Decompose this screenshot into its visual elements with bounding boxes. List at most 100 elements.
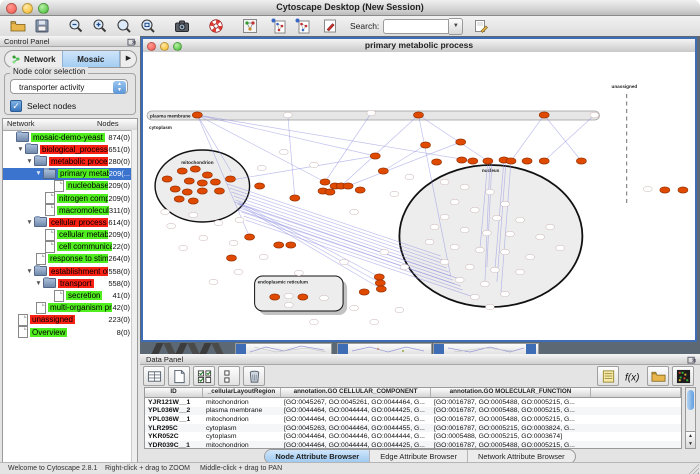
network-manager-icon[interactable] (240, 17, 260, 35)
selected-gene-node[interactable] (225, 176, 235, 182)
gene-node[interactable] (380, 249, 389, 254)
gene-node[interactable] (501, 201, 510, 206)
tree-row[interactable]: nucleobase-209(0) (3, 180, 137, 192)
background-window[interactable] (235, 343, 332, 354)
selected-gene-node[interactable] (678, 187, 688, 193)
table-row[interactable]: YPL036W__2plasma membrane[GO:0044464, GO… (145, 407, 681, 416)
resize-grip[interactable] (689, 464, 699, 474)
table-row[interactable]: YLR295Ccytoplasm[GO:0045263, GO:0044464,… (145, 424, 681, 433)
selected-gene-node[interactable] (255, 183, 265, 189)
tree-header-nodes[interactable]: Nodes (97, 119, 137, 130)
gene-node[interactable] (229, 240, 238, 245)
gene-node[interactable] (501, 291, 510, 296)
expander-icon[interactable]: ▼ (34, 280, 43, 287)
selected-gene-node[interactable] (190, 166, 200, 172)
background-window[interactable] (433, 343, 539, 354)
selected-gene-node[interactable] (202, 172, 212, 178)
gene-node[interactable] (350, 305, 359, 310)
selected-gene-node[interactable] (359, 289, 369, 295)
zoom-selected-region-icon[interactable] (138, 17, 158, 35)
gene-node[interactable] (370, 319, 379, 324)
select-attributes-icon[interactable] (193, 366, 215, 386)
delete-attribute-icon[interactable] (243, 366, 265, 386)
attribute-table-header[interactable]: ID_cellularLayoutRegionannotation.GO CEL… (145, 388, 681, 398)
selected-gene-node[interactable] (539, 112, 549, 118)
tree-row[interactable]: ▼metabolic process280(0) (3, 155, 137, 167)
selected-gene-node[interactable] (226, 255, 236, 261)
selected-gene-node[interactable] (274, 242, 284, 248)
dropdown-stepper-icon[interactable]: ▲▼ (113, 81, 126, 94)
attribute-table[interactable]: ID_cellularLayoutRegionannotation.GO CEL… (144, 387, 682, 449)
gene-node[interactable] (546, 224, 555, 229)
gene-node[interactable] (405, 174, 414, 179)
selected-gene-node[interactable] (343, 183, 353, 189)
gene-node[interactable] (501, 249, 510, 254)
tree-row[interactable]: cell communicat22(0) (3, 241, 137, 253)
gene-node[interactable] (590, 112, 599, 117)
gene-node[interactable] (440, 179, 449, 184)
tree-row[interactable]: macromolecule311(0) (3, 204, 137, 216)
tree-scrollbar[interactable] (131, 130, 137, 474)
expander-icon[interactable]: ▼ (25, 219, 34, 226)
scrollbar-arrows-icon[interactable]: ▲▼ (686, 431, 695, 448)
selected-gene-node[interactable] (162, 176, 172, 182)
gene-node[interactable] (283, 112, 292, 117)
expander-icon[interactable]: ▼ (25, 158, 34, 165)
apply-layout-b-icon[interactable] (292, 17, 312, 35)
column-header[interactable]: ID (145, 388, 203, 397)
selected-gene-node[interactable] (182, 189, 192, 195)
tree-row[interactable]: ▼primary metabo209(... (3, 168, 137, 180)
gene-node[interactable] (440, 259, 449, 264)
table-row[interactable]: YKR052Ccytoplasm[GO:0044464, GO:0044446,… (145, 432, 681, 441)
node-color-dropdown[interactable]: transporter activity ▲▼ (10, 79, 128, 94)
tree-row[interactable]: response to stimulu264(0) (3, 253, 137, 265)
tree-row[interactable]: ▼biological_process651(0) (3, 143, 137, 155)
selected-gene-node[interactable] (506, 158, 516, 164)
edge[interactable] (325, 113, 371, 182)
help-lifebuoy-icon[interactable] (206, 17, 226, 35)
selected-gene-node[interactable] (298, 294, 308, 300)
edge[interactable] (544, 115, 594, 161)
selected-gene-node[interactable] (286, 242, 296, 248)
gene-node[interactable] (214, 220, 223, 225)
tree-row[interactable]: ▼cellular process614(0) (3, 216, 137, 228)
new-attribute-icon[interactable] (168, 366, 190, 386)
float-panel-icon[interactable] (127, 37, 137, 46)
gene-node[interactable] (209, 279, 218, 284)
title-bar[interactable]: Cytoscape Desktop (New Session) (0, 0, 700, 16)
gene-node[interactable] (425, 239, 434, 244)
gene-node[interactable] (485, 189, 494, 194)
column-header[interactable]: annotation.GO MOLECULAR_FUNCTION (431, 388, 591, 397)
selected-gene-node[interactable] (576, 158, 586, 164)
tree-row[interactable]: mosaic-demo-yeast874(0) (3, 131, 137, 143)
selected-gene-node[interactable] (192, 112, 202, 118)
tree-row[interactable]: ▼establishment of lo558(0) (3, 265, 137, 277)
gene-node[interactable] (367, 110, 376, 115)
gene-node[interactable] (400, 264, 409, 269)
gene-node[interactable] (470, 207, 479, 212)
network-canvas[interactable]: plasma membrane cytoplasm mitochondrion … (143, 52, 695, 340)
gene-node[interactable] (320, 295, 329, 300)
gene-node[interactable] (284, 302, 293, 307)
tree-row[interactable]: multi-organism pro42(0) (3, 302, 137, 314)
tree-row[interactable]: unassigned223(0) (3, 314, 137, 326)
selected-gene-node[interactable] (325, 189, 335, 195)
selected-gene-node[interactable] (214, 188, 224, 194)
gene-node[interactable] (460, 227, 469, 232)
advanced-search-icon[interactable] (471, 17, 491, 35)
edge[interactable] (288, 115, 295, 198)
matrix-icon[interactable] (672, 366, 694, 386)
edge[interactable] (231, 156, 375, 180)
gene-node[interactable] (189, 212, 198, 217)
selected-gene-node[interactable] (245, 234, 255, 240)
notes-icon[interactable] (597, 366, 619, 386)
selected-gene-node[interactable] (270, 294, 280, 300)
selected-gene-node[interactable] (457, 157, 467, 163)
gene-node[interactable] (465, 264, 474, 269)
gene-node[interactable] (450, 244, 459, 249)
selected-gene-node[interactable] (370, 153, 380, 159)
apply-layout-a-icon[interactable] (268, 17, 288, 35)
gene-node[interactable] (279, 149, 288, 154)
selected-gene-node[interactable] (320, 179, 330, 185)
table-row[interactable]: YPL036W__1mitochondrion[GO:0044464, GO:0… (145, 415, 681, 424)
